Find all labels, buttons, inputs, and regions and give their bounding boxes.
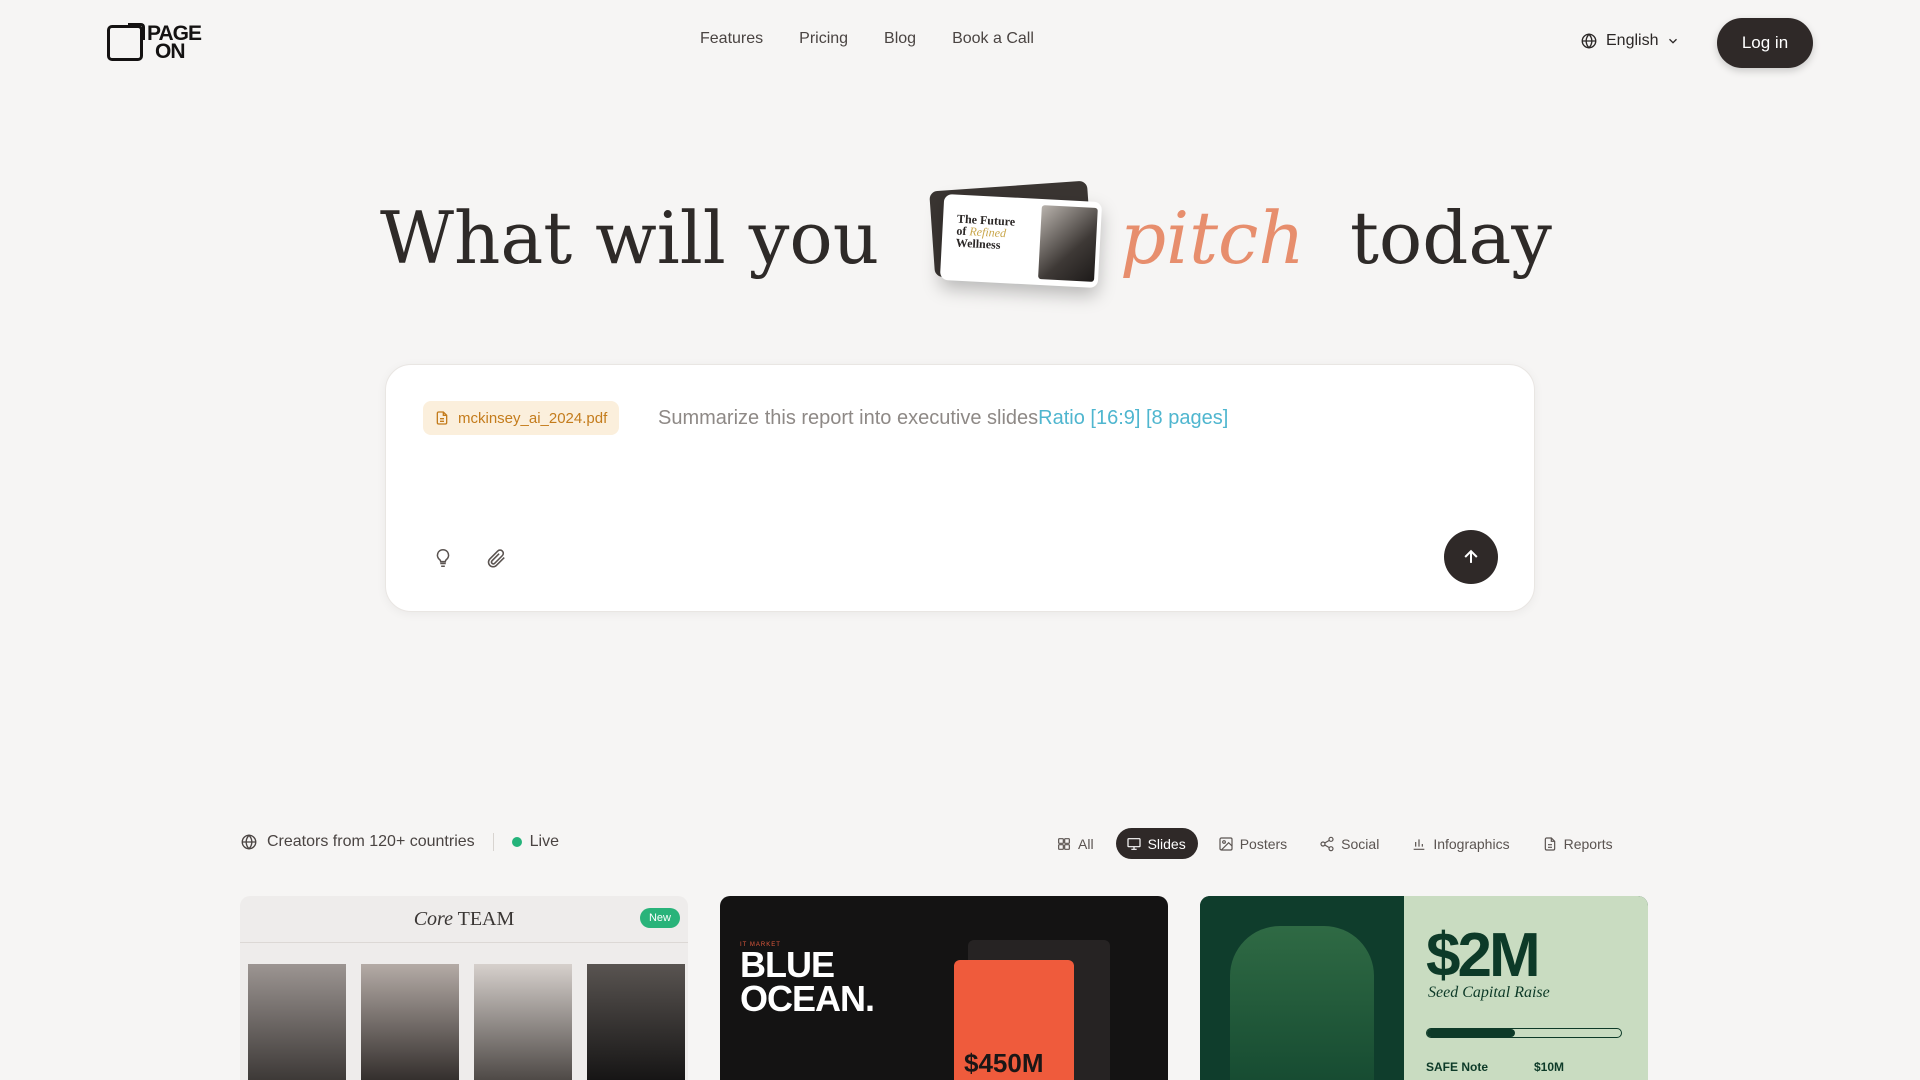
team-photo: [474, 964, 572, 1080]
hero-text-end: today: [1350, 196, 1552, 280]
category-filters: All Slides Posters Social Infographics R…: [1046, 828, 1625, 859]
attachment-filename: mckinsey_ai_2024.pdf: [458, 409, 608, 427]
prompt-box[interactable]: mckinsey_ai_2024.pdf Summarize this repo…: [385, 364, 1535, 612]
chevron-down-icon: [1669, 38, 1678, 44]
filter-reports[interactable]: Reports: [1532, 828, 1625, 859]
card-amount: $450M: [964, 1048, 1044, 1078]
card-amount: $2M: [1426, 921, 1541, 990]
team-photo: [361, 964, 459, 1080]
allocation-bar: [1426, 1028, 1622, 1038]
card-footer-right: $10M: [1534, 1060, 1565, 1074]
nav-blog[interactable]: Blog: [884, 30, 916, 48]
template-card-core-team[interactable]: Core TEAM New: [240, 896, 688, 1080]
prompt-input[interactable]: Summarize this report into executive sli…: [658, 407, 1228, 430]
decorative-arch: [1230, 926, 1374, 1080]
live-indicator-icon: [511, 837, 522, 847]
main-nav: Features Pricing Blog Book a Call: [700, 30, 1070, 48]
hero-headline: What will you The Future of Refined Well…: [0, 180, 1920, 300]
card-title: Core TEAM: [413, 908, 515, 930]
image-icon: [1219, 836, 1233, 851]
bar-chart-icon: [1413, 838, 1425, 850]
card-title: BLUE OCEAN.: [740, 944, 875, 1019]
grid-icon: [1058, 837, 1070, 850]
paperclip-icon: [487, 549, 505, 568]
attachment-chip[interactable]: mckinsey_ai_2024.pdf: [423, 401, 620, 435]
thumbnail-title: The Future of Refined Wellness: [955, 211, 1016, 252]
divider: [492, 833, 494, 851]
new-badge: New: [639, 908, 680, 928]
prompt-params: Ratio [16:9] [8 pages]: [1038, 407, 1229, 429]
card-subtitle: Seed Capital Raise: [1428, 984, 1550, 1001]
share-icon: [1320, 836, 1334, 851]
highlight-panel: $450M: [954, 960, 1074, 1080]
pageon-logo[interactable]: PAGE ON: [107, 22, 219, 63]
language-label: English: [1606, 32, 1659, 49]
team-photo: [248, 964, 346, 1080]
globe-icon: [1581, 33, 1597, 49]
language-selector[interactable]: English: [1580, 32, 1680, 50]
logo-wordmark: PAGE ON: [147, 22, 202, 63]
file-icon: [436, 411, 448, 425]
nav-pricing[interactable]: Pricing: [799, 30, 848, 48]
hero-text-start: What will you: [380, 196, 880, 280]
nav-features[interactable]: Features: [700, 30, 763, 48]
filter-slides[interactable]: Slides: [1115, 828, 1198, 859]
template-card-blue-ocean[interactable]: IT MARKET BLUE OCEAN. $450M: [720, 896, 1168, 1080]
hero-slide-thumbnail: The Future of Refined Wellness: [929, 180, 1103, 290]
hero-text-accent: pitch: [1120, 196, 1305, 280]
filter-all[interactable]: All: [1046, 828, 1106, 859]
filter-posters[interactable]: Posters: [1208, 828, 1299, 859]
gallery-meta: Creators from 120+ countries Live: [240, 833, 559, 851]
template-card-seed-raise[interactable]: $2M Seed Capital Raise SAFE Note $10M: [1200, 896, 1648, 1080]
lightbulb-icon: [436, 548, 450, 568]
card-footer-left: SAFE Note: [1426, 1060, 1489, 1074]
prompt-text: Summarize this report into executive sli…: [658, 407, 1039, 429]
attach-button[interactable]: [481, 543, 511, 573]
document-icon: [1544, 836, 1555, 851]
team-photo: [587, 964, 685, 1080]
filter-infographics[interactable]: Infographics: [1401, 828, 1521, 859]
presentation-icon: [1126, 837, 1141, 850]
arrow-up-icon: [1464, 549, 1478, 563]
globe-icon: [241, 834, 257, 850]
send-button[interactable]: [1444, 530, 1498, 584]
live-label: Live: [529, 833, 560, 850]
nav-book-a-call[interactable]: Book a Call: [952, 30, 1034, 48]
idea-button[interactable]: [428, 543, 458, 573]
filter-social[interactable]: Social: [1309, 828, 1391, 859]
creators-count: Creators from 120+ countries: [267, 833, 475, 850]
login-button[interactable]: Log in: [1717, 18, 1813, 68]
logo-mark-icon: [107, 23, 145, 61]
site-header: PAGE ON Features Pricing Blog Book a Cal…: [0, 0, 1920, 86]
thumbnail-image: [1038, 205, 1098, 282]
team-photos: [248, 964, 685, 1080]
